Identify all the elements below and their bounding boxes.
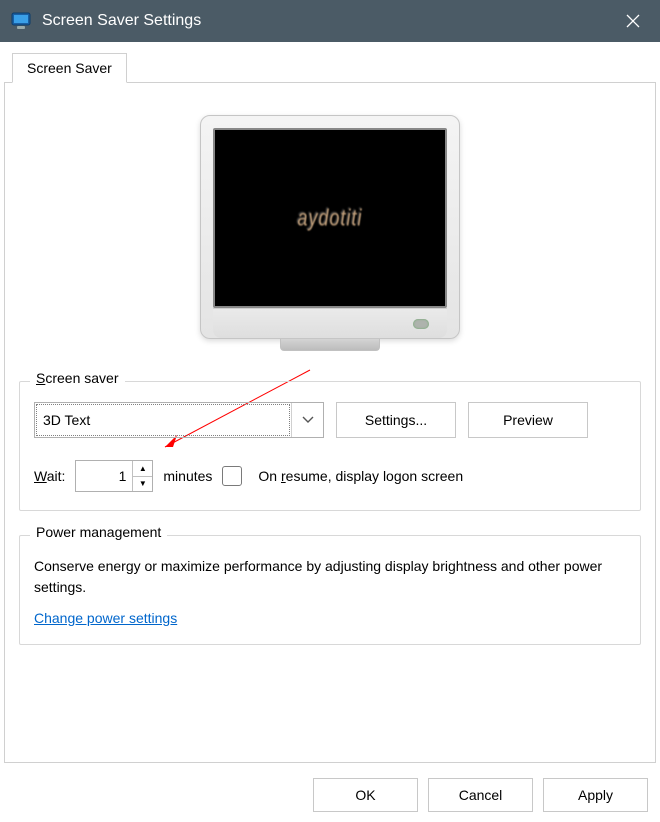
preview-3d-text: aydotiti (297, 204, 362, 231)
minutes-label: minutes (163, 468, 212, 484)
wait-label: Wait: (34, 468, 65, 484)
dialog-button-bar: OK Cancel Apply (313, 778, 648, 812)
screensaver-icon (10, 10, 32, 32)
tab-body: aydotiti Screen saver 3D Text (4, 83, 656, 763)
power-description: Conserve energy or maximize performance … (34, 556, 626, 598)
screensaver-dropdown-value: 3D Text (35, 403, 291, 437)
dropdown-button[interactable] (291, 403, 323, 437)
monitor-preview: aydotiti (200, 115, 460, 351)
monitor-led-icon (413, 319, 429, 329)
tabs-header: Screen Saver (4, 52, 656, 83)
preview-screen: aydotiti (213, 128, 447, 308)
resume-checkbox[interactable] (222, 466, 242, 486)
screen-saver-legend: Screen saver (30, 370, 125, 386)
preview-button[interactable]: Preview (468, 402, 588, 438)
spinner-down-button[interactable]: ▼ (133, 477, 152, 492)
power-management-group: Power management Conserve energy or maxi… (19, 535, 641, 645)
apply-button[interactable]: Apply (543, 778, 648, 812)
power-legend: Power management (30, 524, 167, 540)
wait-value: 1 (76, 461, 132, 491)
tab-screen-saver[interactable]: Screen Saver (12, 53, 127, 83)
screen-saver-group: Screen saver 3D Text Settings... Preview… (19, 381, 641, 511)
chevron-down-icon (302, 416, 314, 424)
window-title: Screen Saver Settings (42, 12, 606, 30)
screensaver-dropdown[interactable]: 3D Text (34, 402, 324, 438)
close-button[interactable] (606, 0, 660, 42)
wait-spinner[interactable]: 1 ▲ ▼ (75, 460, 153, 492)
change-power-settings-link[interactable]: Change power settings (34, 610, 177, 626)
spinner-up-button[interactable]: ▲ (133, 461, 152, 477)
ok-button[interactable]: OK (313, 778, 418, 812)
close-icon (626, 14, 640, 28)
titlebar: Screen Saver Settings (0, 0, 660, 42)
cancel-button[interactable]: Cancel (428, 778, 533, 812)
settings-button[interactable]: Settings... (336, 402, 456, 438)
resume-label: On resume, display logon screen (258, 468, 463, 484)
